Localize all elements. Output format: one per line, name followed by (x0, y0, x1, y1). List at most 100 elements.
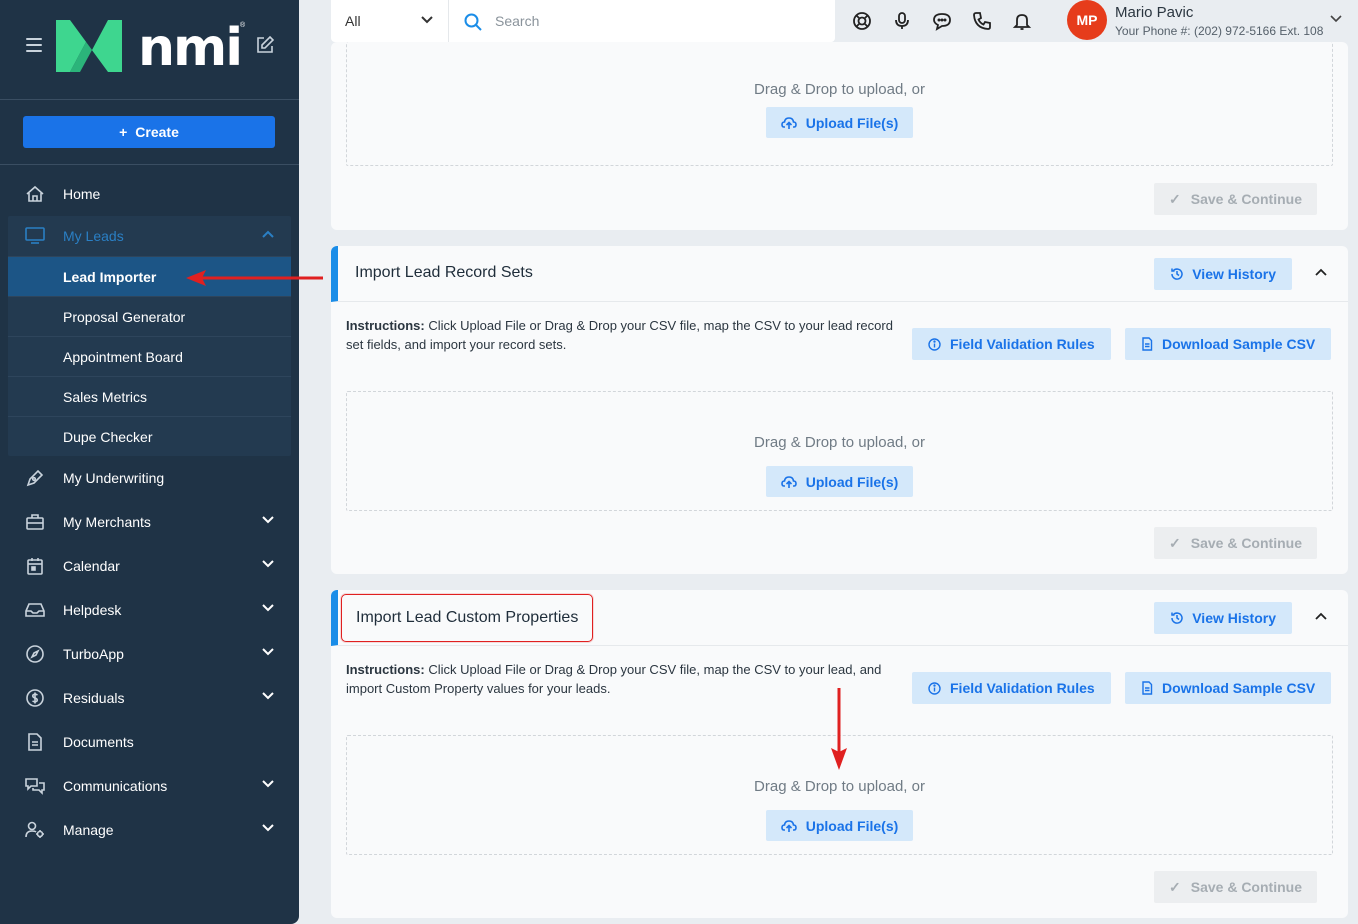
annotation-arrow-down (831, 688, 847, 770)
support-icon[interactable] (851, 10, 873, 32)
microphone-icon[interactable] (891, 10, 913, 32)
cloud-upload-icon (780, 819, 797, 832)
download-sample-csv-button[interactable]: Download Sample CSV (1125, 328, 1332, 360)
bell-icon[interactable] (1011, 10, 1033, 32)
view-history-label: View History (1192, 610, 1276, 626)
save-continue-button[interactable]: ✓ Save & Continue (1154, 183, 1317, 215)
card-title: Import Lead Record Sets (355, 264, 533, 281)
sidebar-item-manage[interactable]: Manage (0, 808, 299, 852)
search-scope-value: All (345, 13, 361, 29)
field-rules-label: Field Validation Rules (950, 680, 1095, 696)
search-icon (464, 13, 482, 31)
brand-name: nmi (138, 18, 243, 78)
chevron-down-icon (1330, 15, 1342, 23)
search-input[interactable]: Search (495, 13, 539, 42)
info-icon (928, 337, 941, 351)
dropzone-text: Drag & Drop to upload, or (754, 778, 925, 795)
topbar: All Search MP Mario Pavic Your Phone #: … (331, 0, 1358, 48)
sidebar-subitem-appointment-board[interactable]: Appointment Board (8, 336, 291, 376)
field-rules-label: Field Validation Rules (950, 336, 1095, 352)
sidebar-item-my-merchants[interactable]: My Merchants (0, 500, 299, 544)
chat-icon (24, 775, 46, 797)
sidebar-item-label: My Underwriting (63, 470, 165, 486)
sidebar-item-documents[interactable]: Documents (0, 720, 299, 764)
top-icons (851, 10, 1033, 32)
upload-files-button[interactable]: Upload File(s) (766, 107, 913, 138)
calendar-icon (24, 555, 46, 577)
field-validation-rules-button[interactable]: Field Validation Rules (912, 328, 1111, 360)
home-icon (24, 183, 46, 205)
monitor-icon (24, 225, 46, 247)
sidebar-item-calendar[interactable]: Calendar (0, 544, 299, 588)
create-button[interactable]: + Create (23, 116, 275, 148)
dropzone[interactable]: Drag & Drop to upload, or Upload File(s) (346, 391, 1333, 511)
card-header: Import Lead Custom Properties View Histo… (331, 590, 1348, 646)
instructions-prefix: Instructions: (346, 662, 425, 677)
hamburger-menu-icon[interactable] (26, 38, 42, 52)
field-validation-rules-button[interactable]: Field Validation Rules (912, 672, 1111, 704)
card-title: Import Lead Custom Properties (341, 594, 594, 642)
view-history-label: View History (1192, 266, 1276, 282)
sidebar-subitem-dupe-checker[interactable]: Dupe Checker (8, 416, 291, 456)
view-history-button[interactable]: View History (1154, 258, 1292, 290)
dropzone[interactable]: Drag & Drop to upload, or Upload File(s) (346, 42, 1333, 166)
search-scope-select[interactable]: All (331, 0, 449, 42)
instructions-text: Click Upload File or Drag & Drop your CS… (346, 662, 882, 696)
upload-label: Upload File(s) (805, 817, 899, 834)
user-menu[interactable]: MP Mario Pavic Your Phone #: (202) 972-5… (1067, 0, 1358, 42)
save-continue-button[interactable]: ✓ Save & Continue (1154, 527, 1317, 559)
user-name: Mario Pavic (1115, 4, 1194, 21)
sidebar-subitem-sales-metrics[interactable]: Sales Metrics (8, 376, 291, 416)
upload-label: Upload File(s) (805, 114, 899, 131)
sidebar-item-communications[interactable]: Communications (0, 764, 299, 808)
chevron-down-icon (262, 780, 274, 788)
view-history-button[interactable]: View History (1154, 602, 1292, 634)
plus-icon: + (119, 124, 128, 140)
save-label: Save & Continue (1190, 535, 1302, 551)
sidebar-item-residuals[interactable]: Residuals (0, 676, 299, 720)
cloud-upload-icon (780, 116, 797, 129)
avatar: MP (1067, 0, 1107, 40)
card-header: Import Lead Record Sets View History (331, 246, 1348, 302)
chevron-up-icon (262, 230, 274, 238)
check-icon: ✓ (1169, 190, 1181, 207)
chevron-up-icon[interactable] (1314, 267, 1328, 277)
download-sample-csv-button[interactable]: Download Sample CSV (1125, 672, 1332, 704)
create-label: Create (135, 124, 179, 140)
card-import-lead-record-sets: Import Lead Record Sets View History Ins… (331, 246, 1348, 574)
chat-bubble-icon[interactable] (931, 10, 953, 32)
upload-files-button[interactable]: Upload File(s) (766, 466, 913, 497)
file-icon (1142, 337, 1153, 351)
sidebar-item-turboapp[interactable]: TurboApp (0, 632, 299, 676)
chevron-down-icon (262, 692, 274, 700)
info-icon (928, 681, 941, 695)
sidebar-item-home[interactable]: Home (0, 172, 299, 216)
edit-icon[interactable] (255, 35, 275, 55)
chevron-up-icon[interactable] (1314, 611, 1328, 621)
instructions-text: Click Upload File or Drag & Drop your CS… (346, 318, 893, 352)
sidebar-item-my-underwriting[interactable]: My Underwriting (0, 456, 299, 500)
save-continue-button[interactable]: ✓ Save & Continue (1154, 871, 1317, 903)
trademark-mark: ® (240, 22, 246, 29)
file-icon (1142, 681, 1153, 695)
sidebar-item-label: Residuals (63, 690, 125, 706)
phone-icon[interactable] (971, 10, 993, 32)
sidebar-item-label: Manage (63, 822, 114, 838)
search-bar: All Search (331, 0, 835, 42)
pen-icon (24, 467, 46, 489)
chevron-down-icon (262, 560, 274, 568)
upload-files-button[interactable]: Upload File(s) (766, 810, 913, 841)
sidebar-item-my-leads[interactable]: My Leads (8, 216, 291, 256)
instructions: Instructions: Click Upload File or Drag … (346, 660, 896, 698)
logo-area: nmi ® (0, 0, 299, 100)
sidebar-item-helpdesk[interactable]: Helpdesk (0, 588, 299, 632)
sidebar-group-my-leads: My Leads Lead Importer Proposal Generato… (8, 216, 291, 456)
chevron-down-icon (421, 16, 433, 24)
save-label: Save & Continue (1190, 879, 1302, 895)
sidebar-item-label: Calendar (63, 558, 120, 574)
sidebar-item-label: TurboApp (63, 646, 124, 662)
users-gear-icon (24, 819, 46, 841)
card-import-leads: Drag & Drop to upload, or Upload File(s)… (331, 42, 1348, 230)
sidebar-subitem-proposal-generator[interactable]: Proposal Generator (8, 296, 291, 336)
check-icon: ✓ (1169, 534, 1181, 551)
